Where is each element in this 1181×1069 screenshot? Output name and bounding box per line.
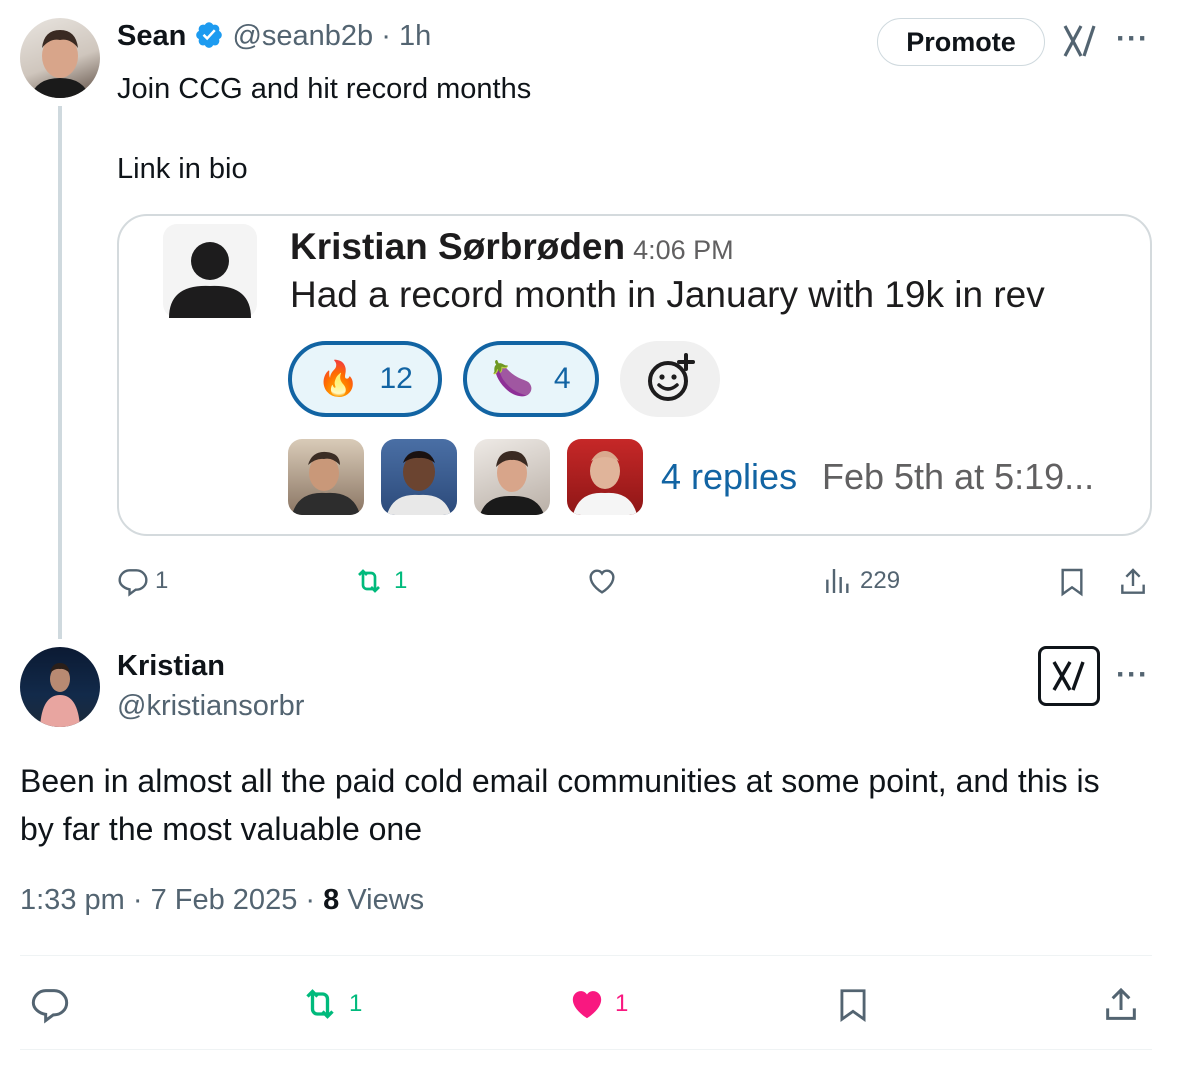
- tweet2-like-button[interactable]: 1: [565, 984, 628, 1024]
- eggplant-emoji-icon: 🍆: [491, 360, 534, 398]
- tweet2-author-name[interactable]: Kristian: [117, 650, 225, 683]
- tweet1-line1: Join CCG and hit record months: [117, 73, 532, 105]
- reply-count: 1: [155, 567, 169, 594]
- share-icon: [1121, 568, 1145, 594]
- tweet1-line2: Link in bio: [117, 153, 248, 185]
- reply-avatar-1: [288, 439, 364, 515]
- reply-avatar-4: [567, 439, 643, 515]
- reply-button[interactable]: 1: [117, 565, 168, 597]
- tweet2-bookmark-button[interactable]: [834, 984, 872, 1026]
- slack-replies-link: 4 replies: [661, 456, 798, 497]
- tweet2-author-handle[interactable]: @kristiansorbr: [117, 690, 304, 723]
- repost-icon: [358, 569, 380, 593]
- grok-icon[interactable]: [1062, 22, 1098, 60]
- tweet2-time[interactable]: 1:33 pm: [20, 884, 125, 916]
- repost-icon-2: [306, 989, 334, 1019]
- grok-icon-2[interactable]: [1038, 646, 1100, 706]
- meta-separator-2: ·: [305, 884, 316, 916]
- slack-author: Kristian Sørbrøden 4:06 PM: [290, 226, 734, 268]
- repost-button[interactable]: 1: [350, 565, 407, 597]
- tweet2-reply-button[interactable]: [30, 984, 70, 1024]
- bookmark-icon-2: [840, 989, 866, 1023]
- reply-avatar-3: [474, 439, 550, 515]
- fire-reaction: 🔥 12: [288, 341, 442, 417]
- thread-line: [58, 106, 62, 639]
- eggplant-reaction: 🍆 4: [463, 341, 599, 417]
- tweet2-views-count: 8: [323, 884, 340, 916]
- tweet2-date[interactable]: 7 Feb 2025: [151, 884, 298, 916]
- like-button[interactable]: [584, 565, 620, 597]
- slack-time: 4:06 PM: [633, 235, 734, 265]
- reply-icon-2: [31, 989, 69, 1024]
- divider-bottom: [20, 1049, 1152, 1050]
- slack-default-avatar-icon: [163, 224, 257, 318]
- meta-separator: ·: [132, 884, 143, 916]
- share-icon-2: [1106, 987, 1136, 1020]
- heart-filled-icon: [572, 991, 602, 1019]
- divider-top: [20, 955, 1152, 956]
- embedded-image-card[interactable]: Kristian Sørbrøden 4:06 PM Had a record m…: [117, 214, 1152, 536]
- share-button[interactable]: [1117, 565, 1149, 599]
- tweet2-views-label: Views: [347, 884, 425, 916]
- fire-emoji-icon: 🔥: [317, 360, 360, 398]
- eggplant-reaction-count: 4: [553, 362, 571, 395]
- verified-badge-icon: [196, 22, 223, 48]
- slack-author-name: Kristian Sørbrøden: [290, 226, 626, 267]
- author-name[interactable]: Sean: [117, 20, 186, 52]
- bookmark-button[interactable]: [1056, 565, 1088, 599]
- separator-dot: ·: [381, 20, 391, 52]
- heart-icon: [589, 569, 615, 594]
- tweet2-meta: 1:33 pm · 7 Feb 2025 · 8 Views: [20, 884, 424, 917]
- tweet2-repost-count: 1: [349, 990, 363, 1017]
- tweet2-repost-button[interactable]: 1: [297, 984, 362, 1024]
- more-options-icon-2[interactable]: ···: [1116, 658, 1149, 692]
- tweet2-text: Been in almost all the paid cold email c…: [20, 763, 1100, 847]
- repost-count: 1: [394, 567, 408, 594]
- views-count: 229: [860, 567, 901, 594]
- kristian-avatar[interactable]: [20, 647, 100, 727]
- reply-icon: [118, 569, 148, 597]
- reply-avatar-2: [381, 439, 457, 515]
- tweet1-header: Sean @seanb2b · 1h: [117, 20, 431, 53]
- sean-avatar[interactable]: [20, 18, 100, 98]
- slack-message: Had a record month in January with 19k i…: [290, 274, 1045, 315]
- author-handle[interactable]: @seanb2b: [232, 20, 373, 52]
- more-options-icon[interactable]: ···: [1116, 22, 1149, 56]
- fire-reaction-count: 12: [379, 362, 413, 395]
- tweet2-share-button[interactable]: [1101, 984, 1141, 1026]
- views-icon: [826, 569, 849, 593]
- promote-button[interactable]: Promote: [877, 18, 1045, 66]
- post-time[interactable]: 1h: [399, 20, 431, 52]
- views-button[interactable]: 229: [822, 565, 900, 597]
- tweet2-like-count: 1: [615, 990, 629, 1017]
- bookmark-icon: [1061, 568, 1083, 597]
- slack-last-reply-time: Feb 5th at 5:19...: [822, 456, 1095, 497]
- add-reaction-icon: [620, 341, 720, 417]
